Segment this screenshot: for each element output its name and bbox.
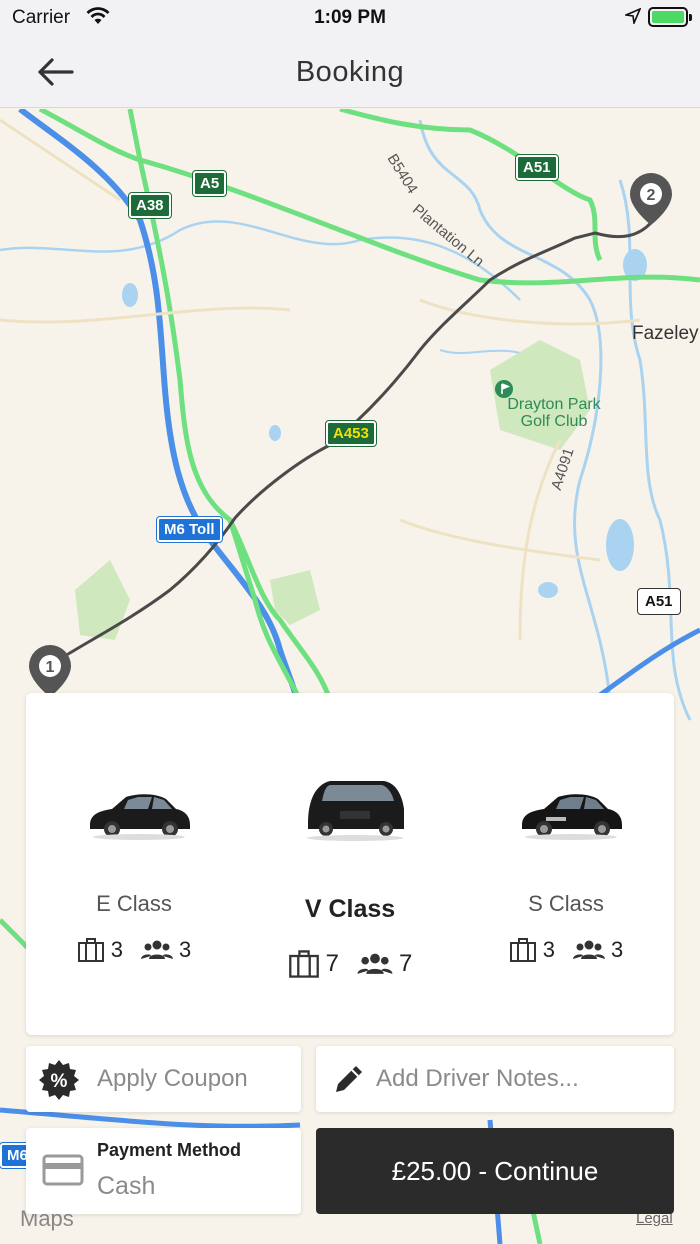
luggage-count: 7 [325,950,339,977]
luggage-spec: 3 [77,937,123,963]
place-name: Fazeley [632,323,699,344]
vehicle-option-e-class[interactable]: E Class 3 3 [26,693,242,1035]
passenger-spec: 3 [141,937,191,963]
vehicle-option-s-class[interactable]: S Class 3 3 [458,693,674,1035]
page-title: Booking [295,56,405,88]
pencil-icon [336,1066,362,1092]
location-arrow-icon [625,8,641,24]
road-shield: M6 Toll [156,516,223,543]
sedan-icon [90,794,190,840]
payment-method-value: Cash [97,1172,156,1200]
golf-club-label: Drayton Park Golf Club [494,379,614,430]
road-shield: A51 [637,588,681,615]
vehicle-option-v-class[interactable]: V Class 7 7 [242,693,458,1035]
vehicle-name: V Class [304,895,396,923]
status-bar: Carrier 1:09 PM [0,0,700,36]
svg-text:2: 2 [647,187,656,204]
vehicle-specs: 7 7 [242,949,458,979]
clock: 1:09 PM [314,7,386,28]
golf-name-line: Drayton Park [507,396,601,413]
van-icon [307,781,404,841]
coupon-label: Apply Coupon [97,1065,248,1092]
driver-notes-label: Add Driver Notes... [376,1065,579,1092]
passenger-count: 3 [179,937,192,962]
svg-text:%: % [51,1071,68,1092]
luggage-count: 3 [110,937,123,962]
passengers-icon [573,940,605,959]
svg-text:1: 1 [46,659,55,676]
passengers-icon [357,953,393,974]
vehicle-specs: 3 3 [26,937,242,963]
vehicle-specs: 3 3 [458,937,674,963]
apply-coupon-button[interactable]: % Apply Coupon [26,1046,301,1112]
discount-badge-icon: % [39,1060,79,1100]
luggage-icon [288,950,319,978]
passengers-icon [141,940,173,959]
luggage-spec: 3 [509,937,555,963]
add-driver-notes-button[interactable]: Add Driver Notes... [316,1046,674,1112]
passenger-spec: 7 [357,949,412,979]
road-shield: A38 [128,192,172,219]
nav-bar: Booking [0,36,700,108]
payment-method-button[interactable]: Payment Method Cash [26,1128,301,1214]
passenger-count: 3 [611,937,624,962]
luxury-sedan-icon [522,794,622,840]
luggage-icon [509,938,536,962]
vehicle-selector: E Class 3 3 V Class 7 7 S Class 3 3 [26,693,674,1035]
passenger-count: 7 [399,950,413,977]
dropoff-pin-icon[interactable]: 2 [628,171,674,227]
pickup-pin-icon[interactable]: 1 [27,643,73,699]
battery-icon [648,7,692,27]
continue-button[interactable]: £25.00 - Continue [316,1128,674,1214]
vehicle-name: E Class [96,891,172,916]
golf-name-line: Golf Club [520,413,588,430]
vehicle-name: S Class [528,891,604,916]
passenger-spec: 3 [573,937,623,963]
road-shield: A5 [191,170,228,197]
golf-icon [495,380,513,398]
payment-method-title: Payment Method [97,1140,242,1160]
road-shield: A51 [515,154,559,181]
luggage-spec: 7 [288,949,339,979]
luggage-icon [77,938,104,962]
credit-card-icon [42,1154,84,1186]
road-shield: A453 [325,420,377,447]
luggage-count: 3 [542,937,555,962]
